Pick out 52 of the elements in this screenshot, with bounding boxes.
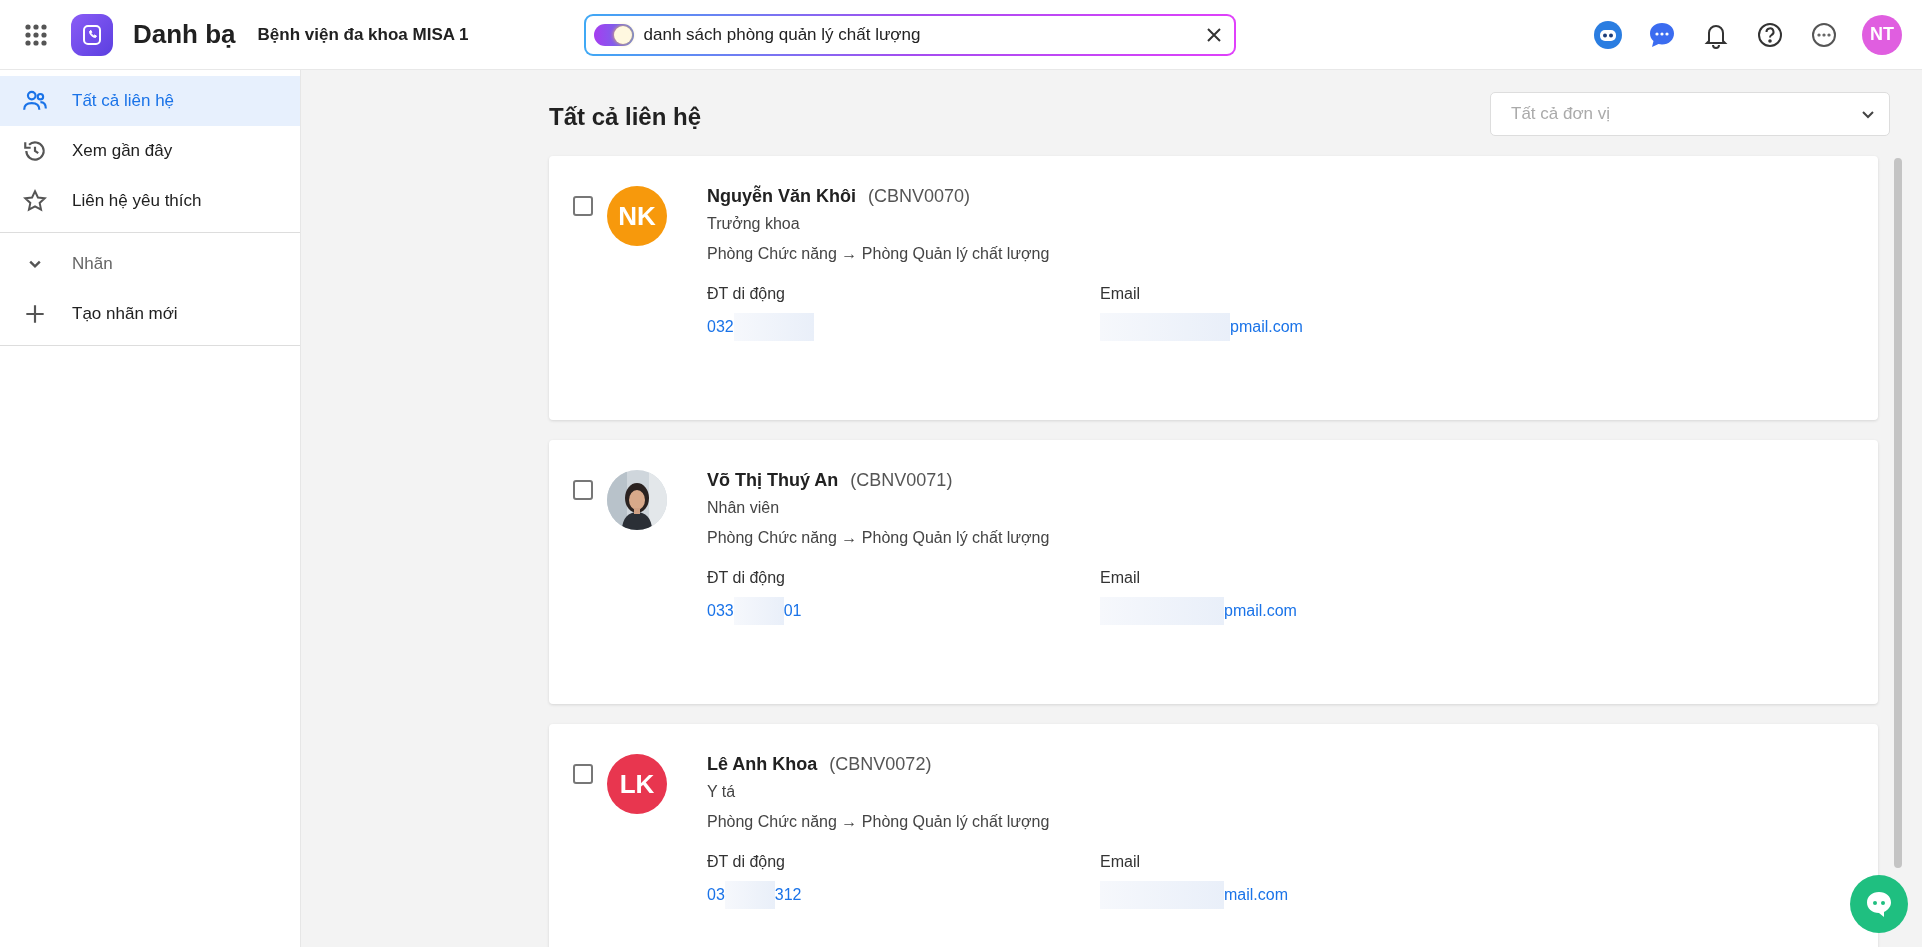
department-path: Phòng Chức năng → Phòng Quản lý chất lượng [707, 245, 1051, 263]
organization-name: Bệnh viện đa khoa MISA 1 [257, 24, 469, 45]
search-input[interactable]: danh sách phòng quản lý chất lượng [643, 24, 1196, 45]
email-address[interactable]: pmail.com [1224, 602, 1297, 620]
app-title: Danh bạ [133, 19, 236, 50]
job-title: Y tá [707, 783, 737, 801]
job-title: Nhân viên [707, 499, 781, 517]
phone-number[interactable]: 032 [707, 318, 734, 336]
employee-code: (CBNV0070) [868, 186, 971, 207]
contact-name[interactable]: Lê Anh Khoa [707, 754, 818, 775]
avatar: NK [607, 186, 667, 246]
employee-code: (CBNV0071) [850, 470, 953, 491]
unit-dropdown[interactable]: Tất cả đơn vị [1490, 92, 1890, 136]
labels-section-header[interactable]: Nhãn [0, 239, 300, 289]
checkbox[interactable] [573, 764, 593, 784]
email-address[interactable]: pmail.com [1230, 318, 1303, 336]
history-icon [22, 138, 48, 164]
job-title: Trưởng khoa [707, 215, 801, 233]
field-label: Email [1100, 853, 1141, 871]
ai-toggle[interactable] [593, 23, 634, 46]
phone-number[interactable]: 312 [774, 886, 802, 904]
employee-code: (CBNV0072) [829, 754, 932, 775]
page-title: Tất cả liên hệ [549, 103, 702, 131]
field-label: Email [1100, 569, 1141, 587]
app-grid-icon[interactable] [25, 23, 47, 46]
field-label: ĐT di động [707, 853, 786, 871]
field-label: ĐT di động [707, 569, 786, 587]
search-field[interactable]: danh sách phòng quản lý chất lượng [583, 13, 1236, 56]
star-icon [22, 188, 48, 214]
department-path: Phòng Chức năng → Phòng Quản lý chất lượng [707, 813, 1051, 831]
app-logo [71, 13, 113, 56]
field-label: ĐT di động [707, 285, 786, 303]
scrollbar[interactable] [1894, 158, 1902, 868]
bot-icon[interactable] [1592, 18, 1624, 51]
sidebar-item[interactable]: Liên hệ yêu thích [0, 176, 300, 226]
create-label-item[interactable]: Tạo nhãn mới [0, 289, 300, 339]
phone-number[interactable]: 01 [783, 602, 802, 620]
contact-name[interactable]: Võ Thị Thuý An [707, 470, 839, 491]
user-avatar[interactable]: NT [1862, 14, 1902, 55]
chat-bubble-button[interactable] [1850, 875, 1908, 933]
checkbox[interactable] [573, 480, 593, 500]
field-label: Email [1100, 285, 1141, 303]
phone-number[interactable]: 03 [707, 886, 725, 904]
sidebar-item[interactable]: Tất cả liên hệ [0, 76, 300, 126]
sidebar-item[interactable]: Xem gần đây [0, 126, 300, 176]
phone-number[interactable]: 033 [707, 602, 734, 620]
clear-icon[interactable] [1205, 26, 1222, 43]
contact-name[interactable]: Nguyễn Văn Khôi [707, 186, 856, 207]
checkbox[interactable] [573, 196, 593, 216]
avatar: LK [607, 754, 667, 814]
email-address[interactable]: mail.com [1224, 886, 1288, 904]
department-path: Phòng Chức năng → Phòng Quản lý chất lượng [707, 529, 1051, 547]
